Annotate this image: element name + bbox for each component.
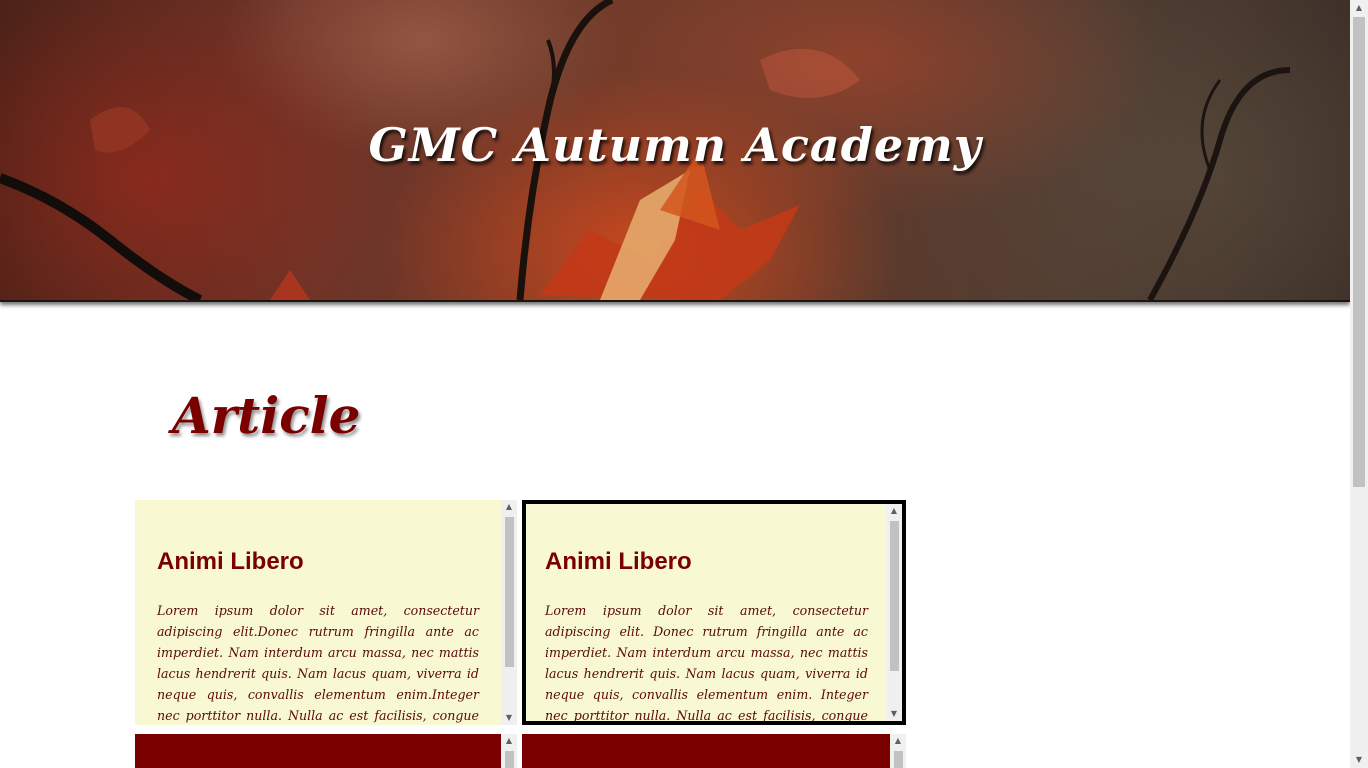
scroll-up-icon[interactable]: ▲ — [501, 734, 517, 748]
article-card-lower[interactable]: ▲ — [522, 734, 906, 768]
scroll-up-icon[interactable]: ▲ — [886, 504, 902, 518]
scroll-down-icon[interactable]: ▼ — [1350, 752, 1368, 768]
article-card[interactable]: Animi Libero Lorem ipsum dolor sit amet,… — [135, 500, 517, 725]
scrollbar-thumb[interactable] — [894, 751, 903, 768]
scroll-up-icon[interactable]: ▲ — [1350, 0, 1368, 16]
site-title: GMC Autumn Academy — [368, 118, 982, 172]
scrollbar-thumb[interactable] — [505, 517, 514, 667]
article-card-selected[interactable]: Animi Libero Lorem ipsum dolor sit amet,… — [522, 500, 906, 725]
section-title: Article — [172, 386, 361, 445]
page: GMC Autumn Academy Article Animi Libero … — [0, 0, 1368, 768]
scroll-down-icon[interactable]: ▼ — [501, 711, 517, 725]
article-heading: Animi Libero — [545, 548, 692, 575]
article-body: Lorem ipsum dolor sit amet, consectetur … — [157, 603, 479, 723]
scrollbar-thumb[interactable] — [890, 521, 899, 671]
article-card-lower[interactable]: ▲ — [135, 734, 517, 768]
scroll-down-icon[interactable]: ▼ — [886, 707, 902, 721]
article-scrollbar[interactable]: ▲ ▼ — [501, 500, 517, 725]
article-content: Animi Libero Lorem ipsum dolor sit amet,… — [135, 500, 501, 725]
scroll-up-icon[interactable]: ▲ — [890, 734, 906, 748]
article-scrollbar[interactable]: ▲ ▼ — [886, 504, 902, 721]
hero-banner: GMC Autumn Academy — [0, 0, 1350, 302]
scroll-up-icon[interactable]: ▲ — [501, 500, 517, 514]
page-scrollbar[interactable]: ▲ ▼ — [1350, 0, 1368, 768]
article-scrollbar[interactable]: ▲ — [501, 734, 517, 768]
page-scrollbar-thumb[interactable] — [1353, 17, 1365, 487]
article-body: Lorem ipsum dolor sit amet, consectetur … — [545, 603, 868, 721]
article-content: Animi Libero Lorem ipsum dolor sit amet,… — [526, 504, 886, 721]
article-heading: Animi Libero — [157, 548, 304, 575]
article-scrollbar[interactable]: ▲ — [890, 734, 906, 768]
scrollbar-thumb[interactable] — [505, 751, 514, 768]
